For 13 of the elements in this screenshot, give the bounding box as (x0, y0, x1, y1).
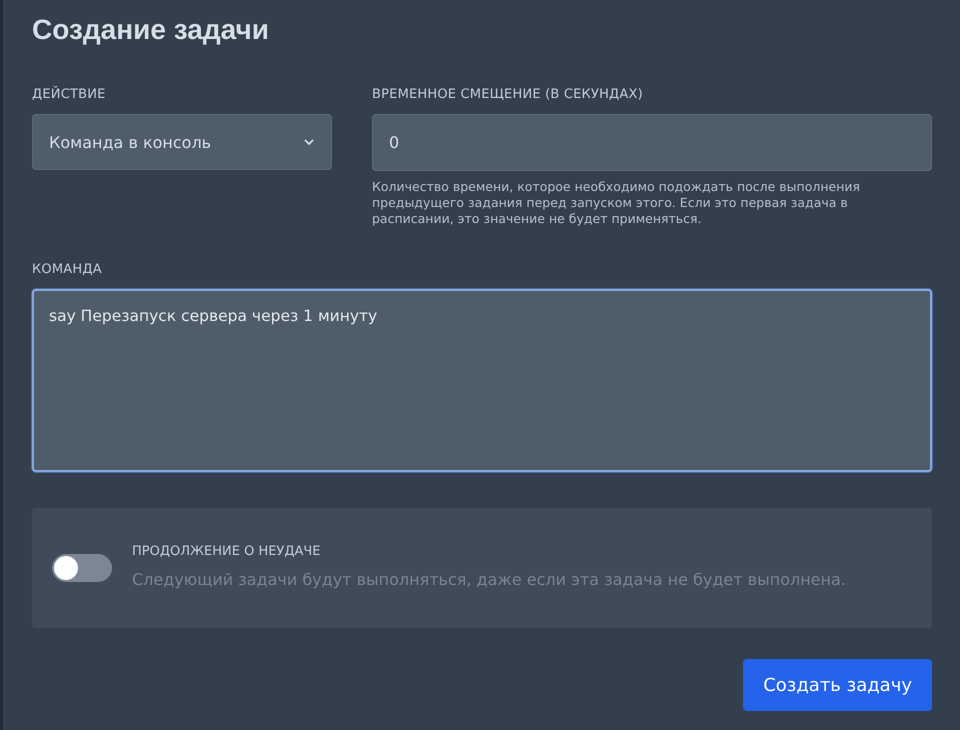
dialog-title: Создание задачи (32, 13, 270, 47)
command-textarea[interactable]: say Перезапуск сервера через 1 минуту (32, 289, 932, 472)
help-text: Количество времени, которое необходимо подождать после выполнения предыдущего задания перед запуском этого. Если это первая задача в расписании, это значение не будет применяться. (372, 179, 862, 227)
chevron-down-icon (303, 138, 315, 146)
toggle-switch[interactable] (52, 554, 112, 582)
action-select[interactable]: Команда в консоль (32, 114, 332, 170)
field-label: ДЕЙСТВИЕ (32, 86, 107, 104)
field-label: ВРЕМЕННОЕ СМЕЩЕНИЕ (В СЕКУНДАХ) (372, 86, 644, 104)
option-description: Следующий задачи будут выполняться, даже если эта задача не будет выполнена. (132, 569, 846, 591)
option-title: ПРОДОЛЖЕНИЕ О НЕУДАЧЕ (132, 543, 322, 561)
input-field[interactable]: 0 (372, 114, 932, 171)
field-label: КОМАНДА (32, 261, 103, 279)
create-task-button[interactable]: Создать задачу (743, 659, 932, 711)
